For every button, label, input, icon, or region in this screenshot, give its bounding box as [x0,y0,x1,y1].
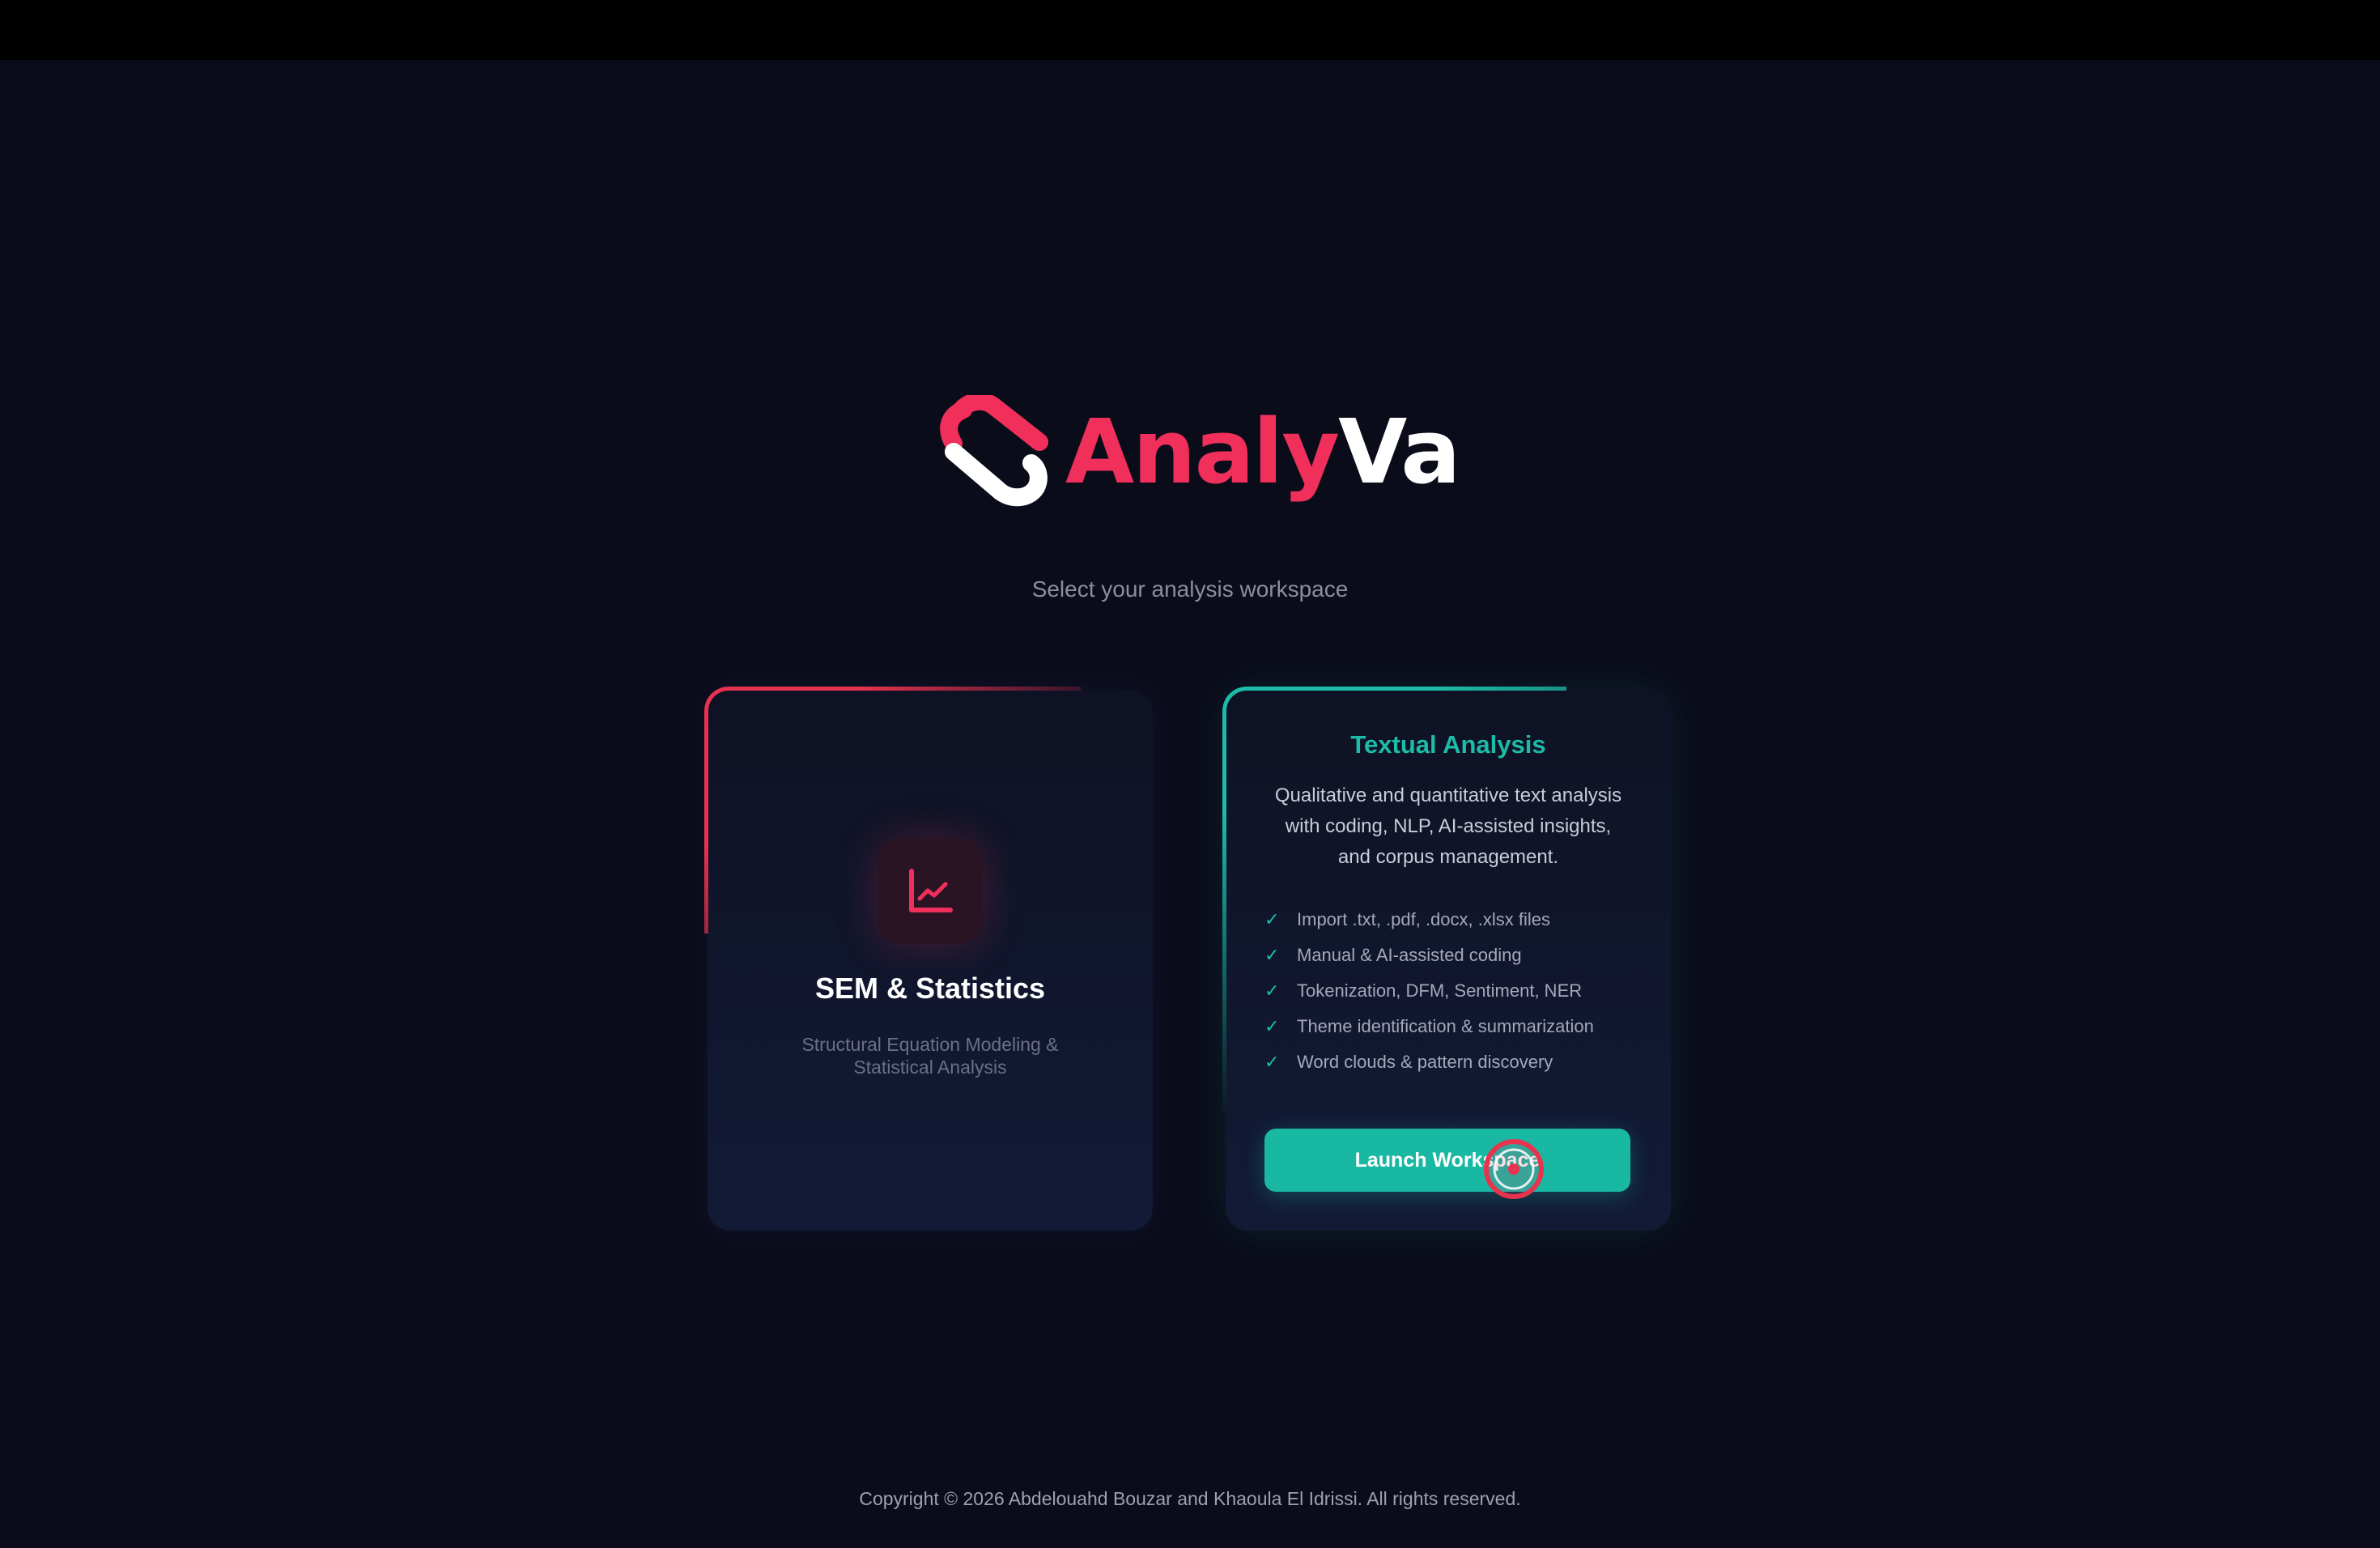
feature-item: ✓ Import .txt, .pdf, .docx, .xlsx files [1264,902,1594,938]
sem-card-title: SEM & Statistics [814,972,1046,1005]
feature-item: ✓ Manual & AI-assisted coding [1264,938,1594,973]
copyright-footer: Copyright © 2026 Abdelouahd Bouzar and K… [859,1488,1521,1509]
app-name-part1: Analy [1065,400,1340,504]
check-icon: ✓ [1264,945,1280,965]
check-icon: ✓ [1264,909,1280,929]
check-icon: ✓ [1264,980,1280,1001]
textual-card-title: Textual Analysis [1350,730,1546,759]
logo-mark-icon [940,395,1048,507]
feature-label: Manual & AI-assisted coding [1297,945,1522,965]
feature-item: ✓ Word clouds & pattern discovery [1264,1044,1594,1080]
feature-label: Theme identification & summarization [1297,1016,1594,1036]
click-cursor-icon [1484,1139,1544,1199]
app-name: AnalyVa [1065,407,1460,496]
launch-workspace-button[interactable]: Launch Workspace [1264,1129,1630,1192]
textual-card-description: Qualitative and quantitative text analys… [1274,785,1622,868]
landing-page [0,60,2380,1548]
feature-label: Word clouds & pattern discovery [1297,1052,1553,1072]
line-chart-icon [909,869,953,912]
textual-analysis-card[interactable]: Textual Analysis Qualitative and quantit… [1226,690,1671,1231]
window-top-bar [0,0,2380,60]
check-icon: ✓ [1264,1016,1280,1036]
sem-statistics-card[interactable]: SEM & Statistics Structural Equation Mod… [708,690,1153,1231]
sem-card-description: Structural Equation Modeling & Statistic… [801,1034,1059,1078]
app-logo: AnalyVa [936,395,1460,508]
feature-item: ✓ Tokenization, DFM, Sentiment, NER [1264,973,1594,1009]
feature-label: Tokenization, DFM, Sentiment, NER [1297,980,1583,1001]
sem-icon-container [878,839,983,944]
check-icon: ✓ [1264,1052,1280,1072]
feature-item: ✓ Theme identification & summarization [1264,1009,1594,1044]
feature-list: ✓ Import .txt, .pdf, .docx, .xlsx files ✓… [1264,902,1594,1080]
feature-label: Import .txt, .pdf, .docx, .xlsx files [1297,909,1550,929]
app-name-part2: Va [1338,400,1460,504]
page-subtitle: Select your analysis workspace [1031,576,1349,602]
